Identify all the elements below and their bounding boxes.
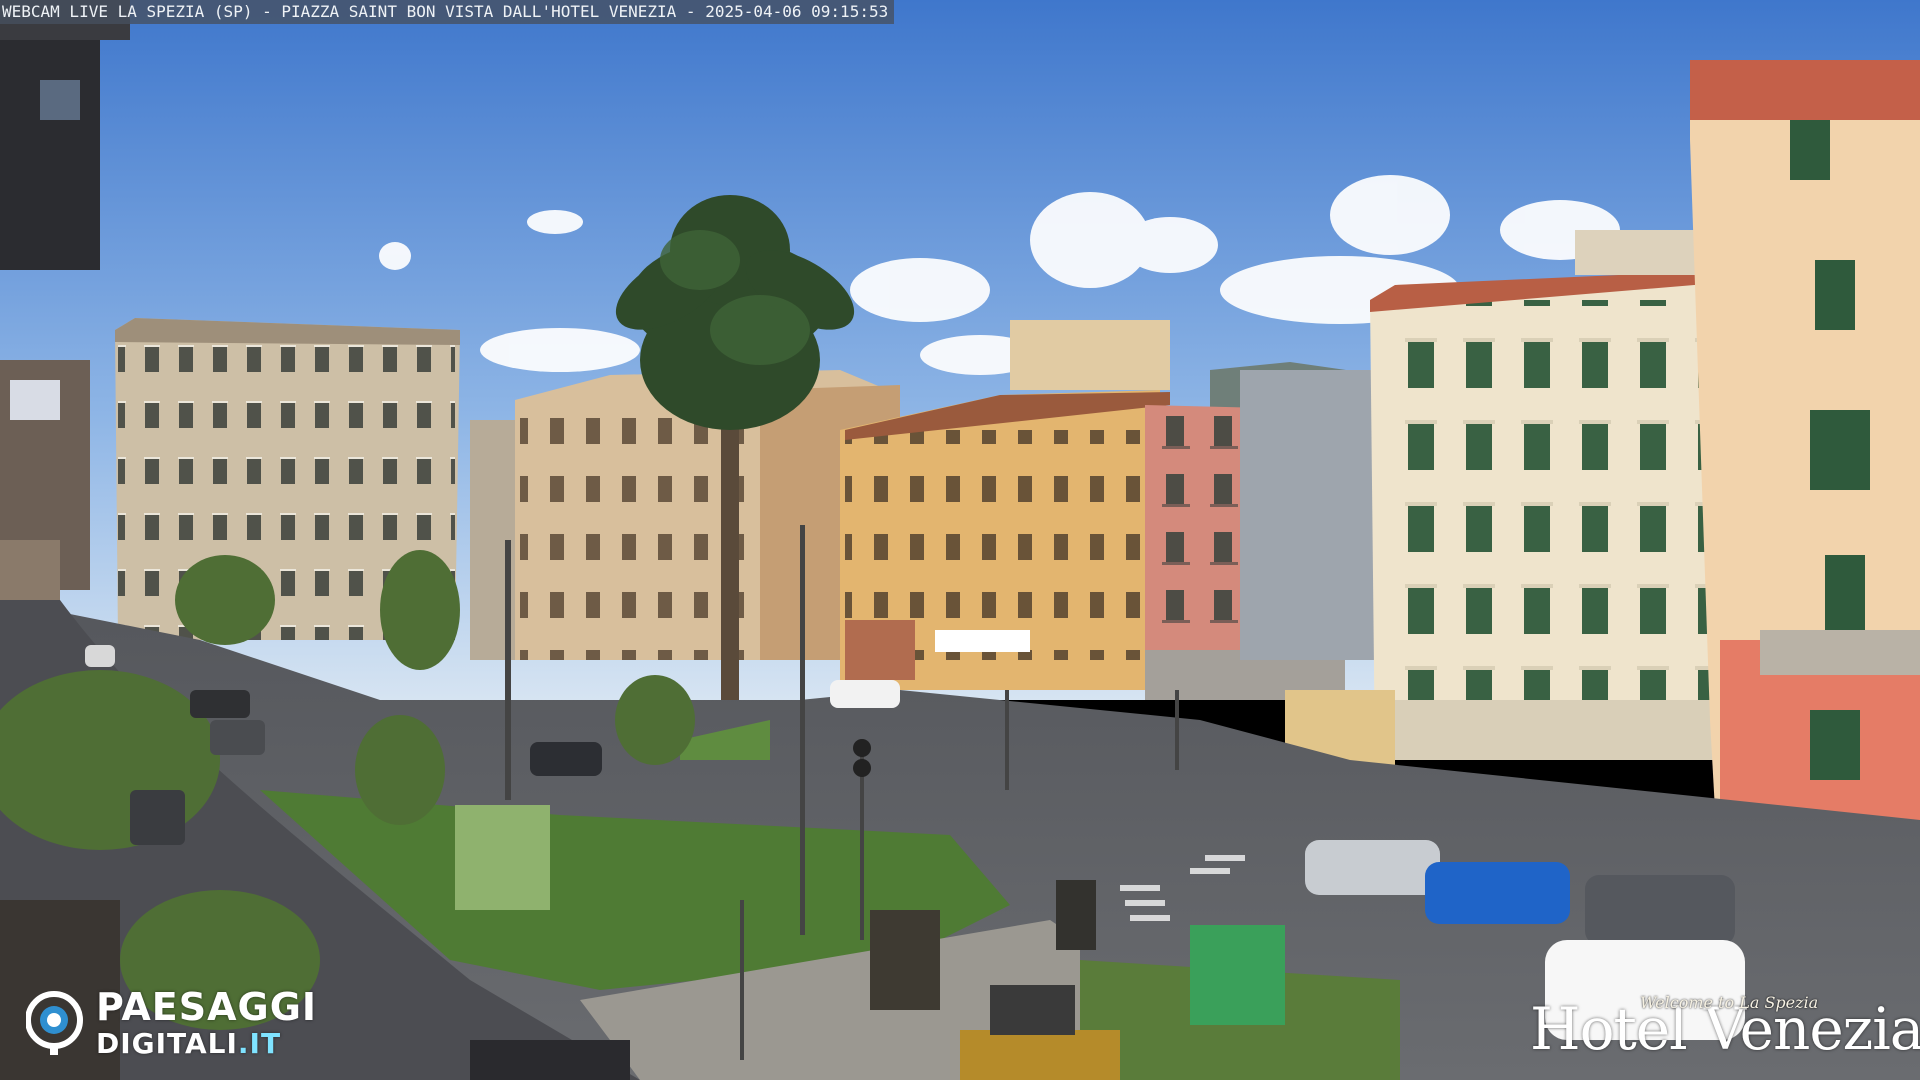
webcam-caption: WEBCAM LIVE LA SPEZIA (SP) - PIAZZA SAIN… (0, 0, 895, 24)
green-container-right (1190, 925, 1285, 1025)
construction-machine (960, 1030, 1120, 1080)
red-building (1690, 60, 1920, 900)
paesaggi-digitali-watermark: PAESAGGI DIGITALI.IT (26, 985, 356, 1060)
scaffold-building (1240, 370, 1380, 660)
hotel-venezia-watermark: Hotel Venezia Welcome to La Spezia (1530, 985, 1920, 1065)
watermark-digitali: DIGITALI.IT (96, 1027, 281, 1060)
watermark-welcome: Welcome to La Spezia (1640, 993, 1819, 1012)
watermark-digitali-suffix: .IT (237, 1027, 282, 1060)
green-container-left (455, 805, 550, 910)
watermark-paesaggi: PAESAGGI (96, 985, 318, 1029)
cream-building (1370, 230, 1740, 760)
webcam-frame: WEBCAM LIVE LA SPEZIA (SP) - PIAZZA SAIN… (0, 0, 1920, 1080)
camera-lens-icon (26, 991, 83, 1055)
signboard (870, 910, 940, 1010)
watermark-digitali-main: DIGITALI (96, 1027, 238, 1060)
webcam-scene (0, 0, 1920, 1080)
